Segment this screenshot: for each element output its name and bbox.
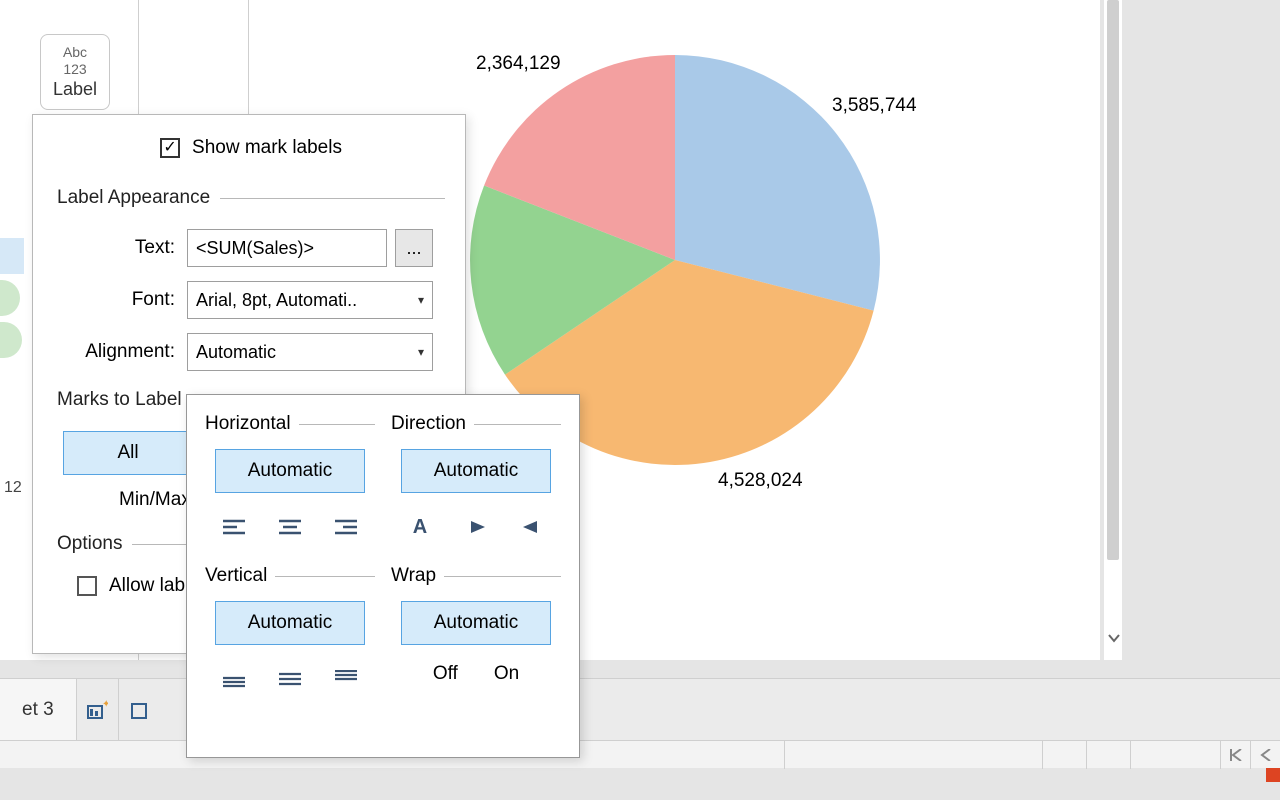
section-options: Options [57, 533, 122, 555]
alignment-select[interactable]: Automatic ▾ [187, 333, 433, 371]
vertical-automatic-button[interactable]: Automatic [215, 601, 365, 645]
section-marks-to-label: Marks to Label [57, 389, 182, 411]
check-icon: ✓ [163, 140, 176, 156]
valign-top-icon[interactable] [328, 664, 364, 694]
pie-slice-label-2: 4,528,024 [718, 470, 803, 492]
label-text-input[interactable]: <SUM(Sales)> [187, 229, 387, 267]
left-tiny-number: 12 [4, 479, 22, 497]
horizontal-header: Horizontal [205, 413, 291, 435]
valign-middle-icon[interactable] [272, 664, 308, 694]
wrap-header: Wrap [391, 565, 436, 587]
sheet-tab-3[interactable]: et 3 [0, 679, 77, 741]
status-cell-wide [784, 741, 1042, 769]
scroll-thumb[interactable] [1107, 0, 1119, 560]
svg-text:✦: ✦ [102, 700, 108, 710]
direction-left-icon[interactable] [458, 512, 494, 542]
direction-normal-icon[interactable]: A [402, 512, 438, 542]
align-left-icon[interactable] [216, 512, 252, 542]
direction-header: Direction [391, 413, 466, 435]
marks-label-button[interactable]: Abc 123 Label [40, 34, 110, 110]
status-cell-3 [1130, 741, 1220, 769]
label-text: Label [53, 79, 97, 100]
status-cell-2 [1086, 741, 1130, 769]
scroll-down-icon[interactable] [1104, 628, 1124, 648]
alignment-popout: Horizontal Automatic Vertical Automatic … [186, 394, 580, 758]
nav-first-icon[interactable] [1220, 741, 1250, 769]
align-right-icon[interactable] [328, 512, 364, 542]
direction-right-icon[interactable] [514, 512, 550, 542]
nav-prev-icon[interactable] [1250, 741, 1280, 769]
section-appearance: Label Appearance [57, 187, 210, 209]
pie-slice-label-1: 3,585,744 [832, 95, 917, 117]
font-label: Font: [57, 289, 187, 311]
valign-bottom-icon[interactable] [216, 664, 252, 694]
show-mark-labels-checkbox[interactable]: ✓ [160, 138, 180, 158]
chevron-down-icon: ▾ [418, 293, 424, 307]
resize-handle-icon[interactable] [1266, 768, 1280, 782]
allow-labels-checkbox[interactable] [77, 576, 97, 596]
nums-glyph: 123 [63, 62, 86, 76]
align-center-icon[interactable] [272, 512, 308, 542]
font-select[interactable]: Arial, 8pt, Automati.. ▾ [187, 281, 433, 319]
wrap-off[interactable]: Off [433, 663, 458, 685]
wrap-on[interactable]: On [494, 663, 519, 685]
alignment-label: Alignment: [57, 341, 187, 363]
status-cell-1 [1042, 741, 1086, 769]
abc-glyph: Abc [63, 45, 87, 59]
wrap-automatic-button[interactable]: Automatic [401, 601, 551, 645]
new-worksheet-icon[interactable]: ✦ [77, 679, 119, 741]
vertical-header: Vertical [205, 565, 267, 587]
horizontal-automatic-button[interactable]: Automatic [215, 449, 365, 493]
text-label: Text: [57, 237, 187, 259]
allow-labels-text: Allow lab [109, 575, 185, 597]
row-highlight [0, 238, 24, 274]
direction-automatic-button[interactable]: Automatic [401, 449, 551, 493]
show-mark-labels-label: Show mark labels [192, 137, 342, 159]
marks-all-button[interactable]: All [63, 431, 193, 475]
chevron-down-icon: ▾ [418, 345, 424, 359]
text-edit-button[interactable]: ... [395, 229, 433, 267]
pie-slice-label-3: 2,364,129 [476, 53, 561, 75]
new-dashboard-icon[interactable] [119, 679, 161, 741]
